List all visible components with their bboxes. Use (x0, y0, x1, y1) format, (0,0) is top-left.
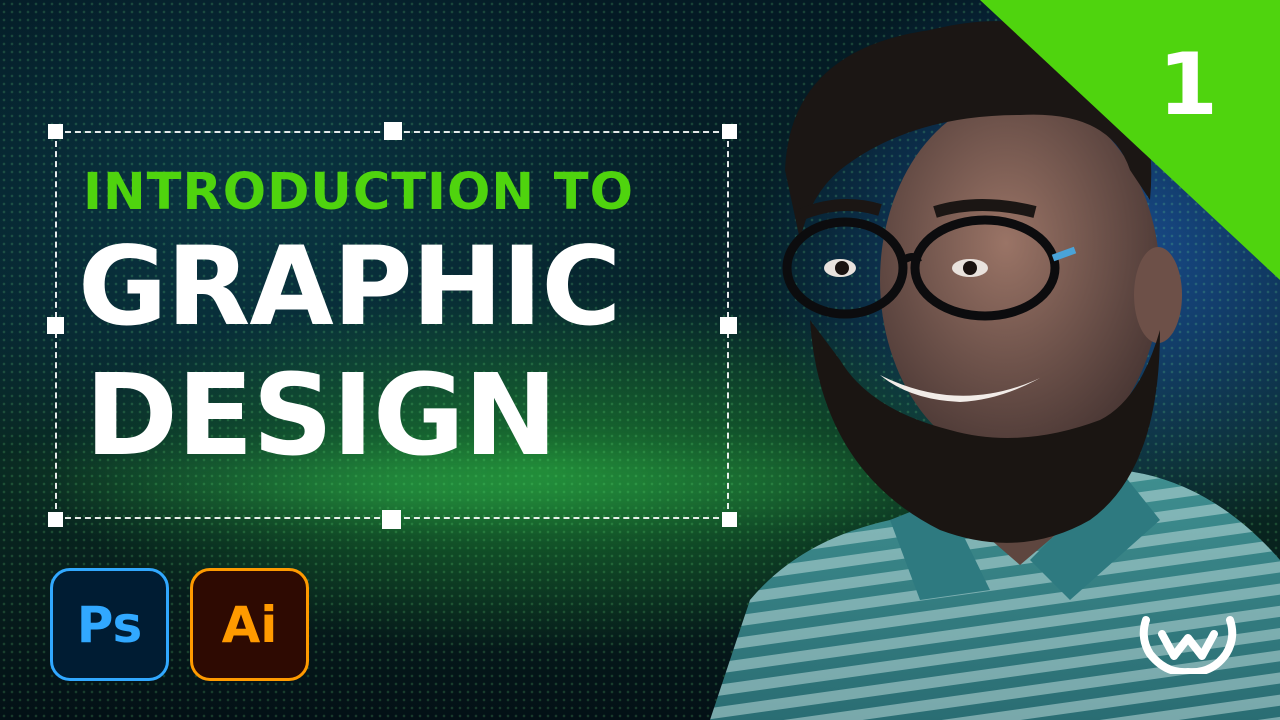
photoshop-label: Ps (76, 595, 143, 654)
episode-number: 1 (1158, 35, 1218, 135)
illustrator-label: Ai (221, 595, 278, 654)
photoshop-icon: Ps (50, 568, 169, 681)
frame-handle-bottom-middle (382, 510, 401, 529)
illustrator-icon: Ai (190, 568, 309, 681)
title-line-2: GRAPHIC (78, 223, 621, 350)
frame-handle-bottom-right (722, 512, 737, 527)
frame-handle-middle-right (720, 317, 737, 334)
title-line-1: INTRODUCTION TO (83, 163, 634, 222)
title-line-3: DESIGN (85, 351, 557, 481)
frame-handle-top-middle (384, 122, 402, 140)
frame-handle-top-right (722, 124, 737, 139)
frame-handle-bottom-left (48, 512, 63, 527)
episode-corner-banner (980, 0, 1280, 280)
video-thumbnail: 1 INTRODUCTION TO GRAPHIC DESIGN Ps Ai (0, 0, 1280, 720)
frame-handle-middle-left (47, 317, 64, 334)
frame-handle-top-left (48, 124, 63, 139)
w-wave-logo-icon (1139, 616, 1237, 674)
